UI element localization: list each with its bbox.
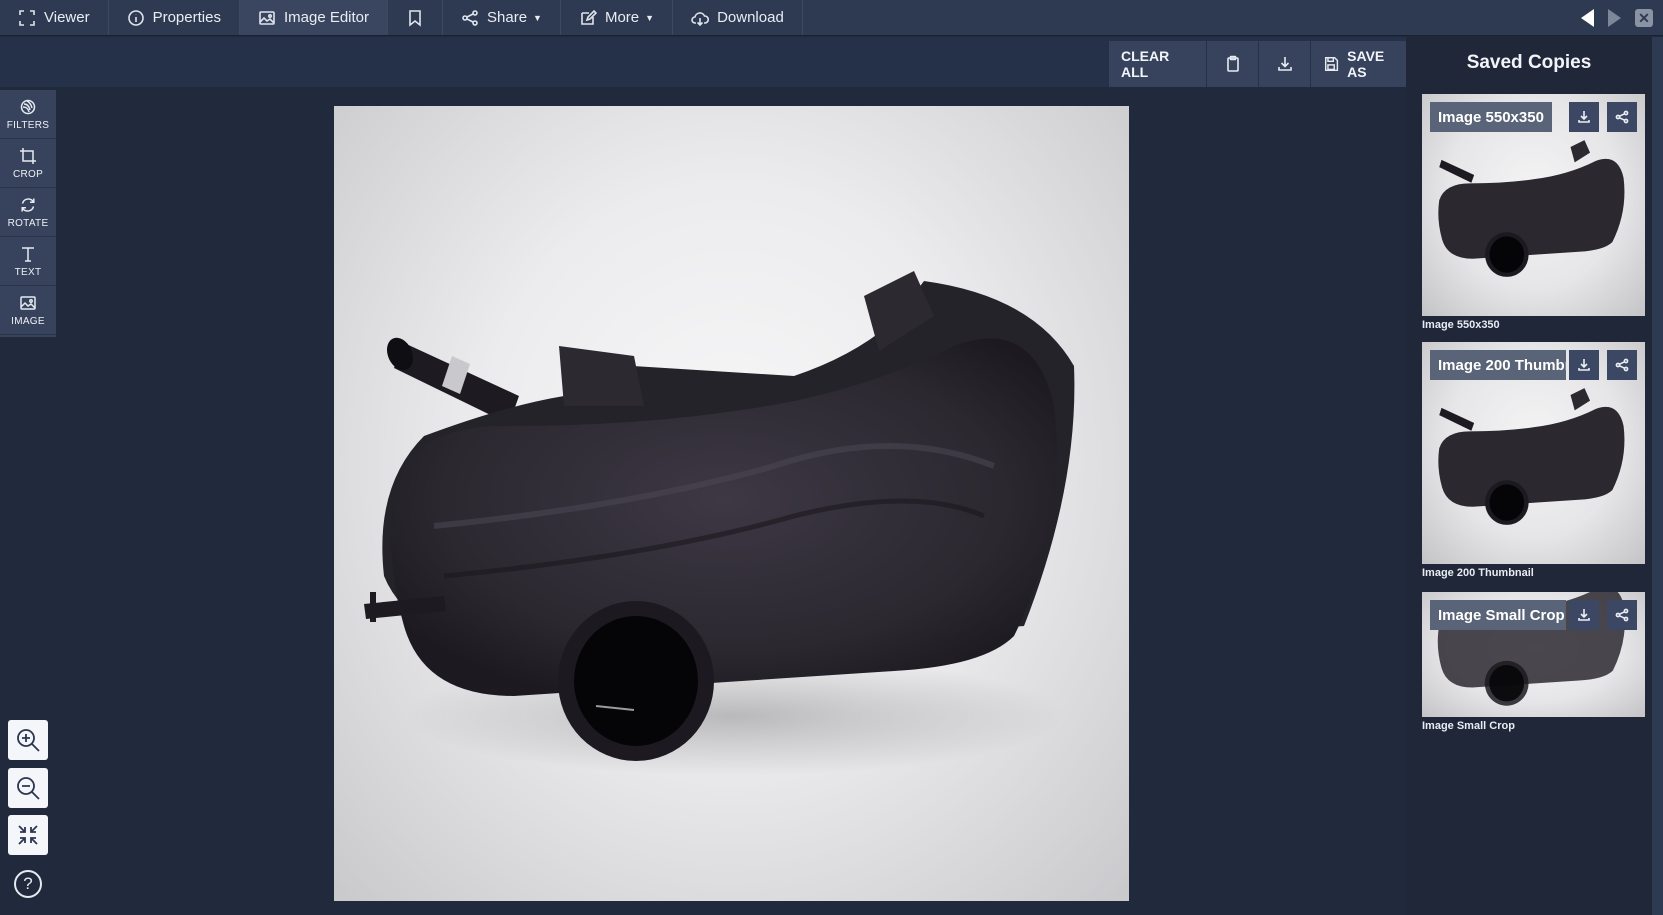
tool-rotate[interactable]: ROTATE xyxy=(0,188,56,237)
crop-icon xyxy=(20,147,36,164)
nav-image-editor-label: Image Editor xyxy=(283,9,370,26)
saved-copy-share-button[interactable] xyxy=(1607,350,1637,380)
panel-scrollbar[interactable] xyxy=(1652,37,1663,915)
download-icon xyxy=(1578,111,1590,123)
next-arrow-icon[interactable] xyxy=(1608,9,1621,27)
saved-copy-card[interactable]: Image 200 Thumbnail Image 200 Thumbnail xyxy=(1422,342,1645,579)
nav-download-label: Download xyxy=(717,9,784,26)
saved-copy-thumbnail[interactable]: Image 550x350 xyxy=(1422,94,1645,316)
edit-icon xyxy=(581,9,597,25)
saved-copy-download-button[interactable] xyxy=(1569,600,1599,630)
collapse-arrows-icon xyxy=(18,825,38,845)
tool-text[interactable]: TEXT xyxy=(0,237,56,286)
fit-to-screen-button[interactable] xyxy=(8,815,48,855)
nav-download[interactable]: Download xyxy=(673,0,803,35)
saved-copy-caption: Image 550x350 xyxy=(1422,319,1500,331)
saved-copies-title: Saved Copies xyxy=(1466,52,1592,73)
download-icon xyxy=(1277,57,1292,71)
previous-arrow-icon[interactable] xyxy=(1581,9,1594,27)
nav-viewer[interactable]: Viewer xyxy=(0,0,109,35)
share-icon xyxy=(1615,110,1629,124)
nav-viewer-label: Viewer xyxy=(44,9,90,26)
zoom-in-button[interactable] xyxy=(8,720,48,760)
product-image xyxy=(364,271,1075,776)
info-icon xyxy=(127,9,144,26)
clipboard-button[interactable] xyxy=(1206,41,1258,87)
toolbar-actions: CLEAR ALL SAVE AS xyxy=(1108,41,1413,87)
download-icon xyxy=(1578,609,1590,621)
saved-copy-share-button[interactable] xyxy=(1607,102,1637,132)
saved-copy-label: Image Small Crop xyxy=(1430,600,1566,630)
share-icon xyxy=(1615,358,1629,372)
close-icon[interactable]: ✕ xyxy=(1635,9,1653,27)
cloud-download-icon xyxy=(691,11,710,26)
nav-more[interactable]: More ▼ xyxy=(561,0,674,35)
saved-copy-label: Image 550x350 xyxy=(1430,102,1552,132)
image-icon xyxy=(259,10,275,25)
save-as-button[interactable]: SAVE AS xyxy=(1310,41,1413,87)
tool-text-label: TEXT xyxy=(14,266,42,278)
saved-copy-share-button[interactable] xyxy=(1607,600,1637,630)
nav-properties[interactable]: Properties xyxy=(109,0,240,35)
zoom-out-icon xyxy=(17,777,40,800)
tool-crop[interactable]: CROP xyxy=(0,139,56,188)
filters-icon xyxy=(20,99,36,114)
download-button[interactable] xyxy=(1258,41,1310,87)
saved-copy-caption: Image 200 Thumbnail xyxy=(1422,567,1534,579)
editor-tool-rail: FILTERS CROP ROTATE TEXT IMAGE xyxy=(0,90,56,337)
floppy-disk-icon xyxy=(1324,56,1339,72)
top-nav-bar: Viewer Properties Image Editor Share ▼ M… xyxy=(0,0,1663,36)
tool-rotate-label: ROTATE xyxy=(7,217,49,229)
tool-image-label: IMAGE xyxy=(11,315,45,327)
zoom-out-button[interactable] xyxy=(8,768,48,808)
rotate-icon xyxy=(21,197,35,212)
help-button[interactable]: ? xyxy=(14,870,42,898)
clear-all-button[interactable]: CLEAR ALL xyxy=(1108,41,1206,87)
saved-copy-caption: Image Small Crop xyxy=(1422,720,1515,732)
saved-copy-download-button[interactable] xyxy=(1569,350,1599,380)
bookmark-icon xyxy=(409,9,421,27)
tool-filters-label: FILTERS xyxy=(6,119,50,131)
download-icon xyxy=(1578,359,1590,371)
editor-toolbar: CLEAR ALL SAVE AS xyxy=(0,37,1413,87)
clipboard-icon xyxy=(1226,55,1239,72)
share-icon xyxy=(1615,608,1629,622)
save-as-label: SAVE AS xyxy=(1347,48,1385,80)
saved-copy-download-button[interactable] xyxy=(1569,102,1599,132)
nav-bookmark[interactable] xyxy=(388,0,444,35)
image-canvas[interactable] xyxy=(334,106,1129,901)
nav-image-editor[interactable]: Image Editor xyxy=(239,0,389,35)
tool-filters[interactable]: FILTERS xyxy=(0,90,56,139)
saved-copy-card[interactable]: Image Small Crop Image Small Crop xyxy=(1422,592,1645,732)
saved-copies-panel: Saved Copies Image 550x350 Image 550x350 xyxy=(1406,37,1652,915)
nav-more-label: More xyxy=(604,9,640,26)
chevron-down-icon: ▼ xyxy=(645,12,655,23)
saved-copy-thumbnail[interactable]: Image Small Crop xyxy=(1422,592,1645,717)
tool-crop-label: CROP xyxy=(12,168,44,180)
image-icon xyxy=(20,295,36,310)
nav-properties-label: Properties xyxy=(152,9,221,26)
saved-copy-label: Image 200 Thumbnail xyxy=(1430,350,1566,380)
fullscreen-icon xyxy=(19,9,35,26)
nav-right-controls: ✕ xyxy=(1581,0,1653,36)
text-icon xyxy=(22,246,34,262)
nav-share[interactable]: Share ▼ xyxy=(443,0,561,35)
tool-image[interactable]: IMAGE xyxy=(0,286,56,335)
saved-copy-thumbnail[interactable]: Image 200 Thumbnail xyxy=(1422,342,1645,564)
nav-share-label: Share xyxy=(487,9,528,26)
saved-copy-card[interactable]: Image 550x350 Image 550x350 xyxy=(1422,94,1645,331)
share-icon xyxy=(462,9,478,26)
zoom-in-icon xyxy=(17,729,40,752)
chevron-down-icon: ▼ xyxy=(533,12,542,23)
